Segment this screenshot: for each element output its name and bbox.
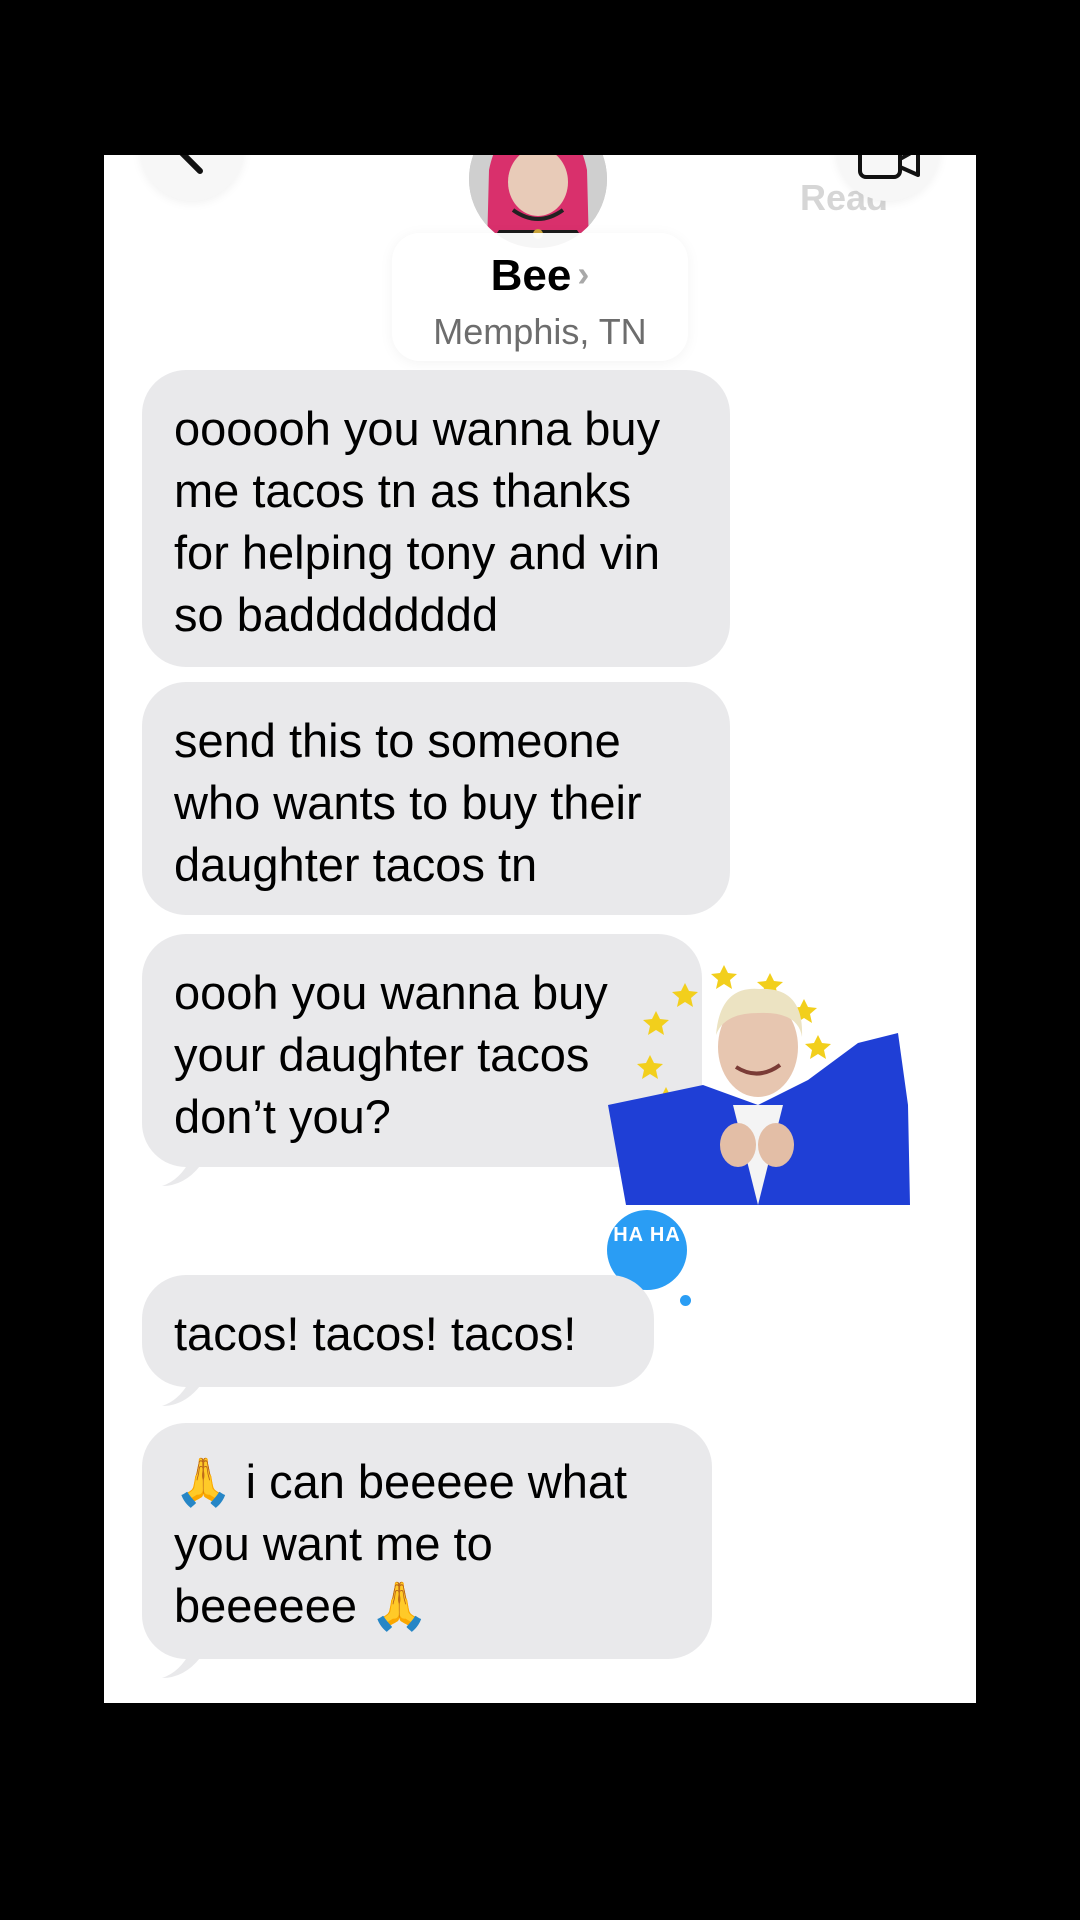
message-bubble[interactable]: oooooh you wanna buy me tacos tn as than… (142, 370, 730, 667)
message-bubble[interactable]: tacos! tacos! tacos! (142, 1275, 654, 1387)
message-text: 🙏 i can beeeee what you want me to beeee… (174, 1455, 628, 1632)
bubble-tail (162, 1380, 200, 1406)
reaction-tail-dot (680, 1295, 691, 1306)
message-text: tacos! tacos! tacos! (174, 1307, 577, 1360)
sticker-image[interactable] (608, 955, 914, 1205)
contact-location: Memphis, TN (433, 311, 647, 352)
conversation-screen: Bee › Memphis, TN Read oooooh you wanna b… (104, 155, 976, 1703)
message-text: send this to someone who wants to buy th… (174, 714, 642, 891)
chevron-right-icon: › (577, 253, 590, 294)
chevron-left-icon (179, 155, 203, 174)
back-button[interactable] (140, 155, 244, 201)
message-text: oooooh you wanna buy me tacos tn as than… (174, 402, 661, 641)
contact-name: Bee › (490, 251, 590, 300)
bubble-tail (162, 1652, 200, 1678)
reaction-text: HA HA (613, 1224, 681, 1246)
message-text: oooh you wanna buy your daughter tacos d… (174, 966, 608, 1143)
contact-header-card[interactable]: Bee › Memphis, TN (392, 233, 688, 361)
message-bubble[interactable]: send this to someone who wants to buy th… (142, 682, 730, 915)
message-bubble[interactable]: 🙏 i can beeeee what you want me to beeee… (142, 1423, 712, 1659)
bubble-tail (162, 1160, 200, 1186)
video-camera-icon (858, 155, 920, 179)
